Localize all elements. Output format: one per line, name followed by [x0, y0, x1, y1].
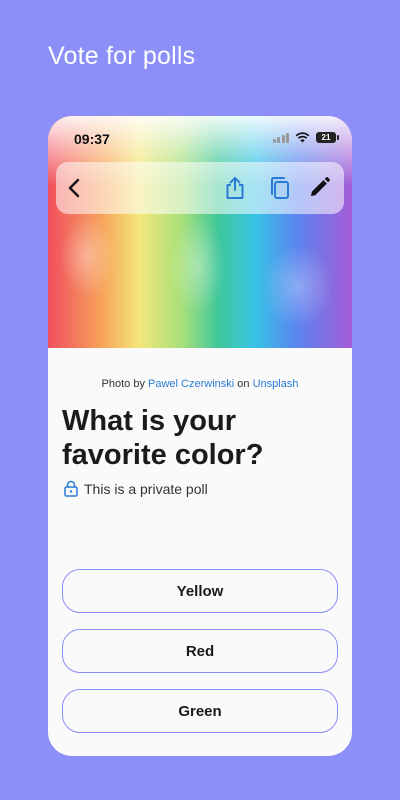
copy-icon [271, 177, 289, 199]
back-arrow-icon [68, 178, 80, 198]
credit-author-link[interactable]: Pawel Czerwinski [148, 378, 234, 390]
battery-icon: 21 [316, 132, 339, 143]
share-button[interactable] [222, 175, 248, 201]
credit-on: on [237, 378, 250, 390]
signal-icon [272, 132, 289, 143]
copy-button[interactable] [267, 175, 293, 201]
screen-headline: Vote for polls [48, 42, 196, 70]
edit-button[interactable] [306, 175, 332, 201]
wifi-icon [295, 132, 310, 143]
privacy-label: This is a private poll [84, 480, 208, 497]
edit-pencil-icon [311, 177, 330, 196]
status-time: 09:37 [74, 131, 110, 147]
image-toolbar [56, 162, 344, 214]
share-icon [226, 177, 244, 199]
credit-prefix: Photo by [101, 378, 145, 390]
poll-option-red[interactable]: Red [62, 629, 338, 673]
phone-frame: 09:37 21 Photo by Pawel Czerwinski on Un… [48, 116, 352, 756]
privacy-indicator: This is a private poll [64, 480, 208, 497]
poll-option-green[interactable]: Green [62, 689, 338, 733]
poll-question: What is your favorite color? [62, 405, 264, 471]
lock-icon [64, 480, 78, 497]
credit-site-link[interactable]: Unsplash [253, 378, 299, 390]
battery-level: 21 [321, 133, 331, 142]
status-icons: 21 [272, 132, 339, 143]
back-button[interactable] [62, 175, 88, 201]
photo-credit: Photo by Pawel Czerwinski on Unsplash [48, 378, 352, 390]
poll-option-yellow[interactable]: Yellow [62, 569, 338, 613]
status-bar: 09:37 21 [48, 116, 352, 156]
